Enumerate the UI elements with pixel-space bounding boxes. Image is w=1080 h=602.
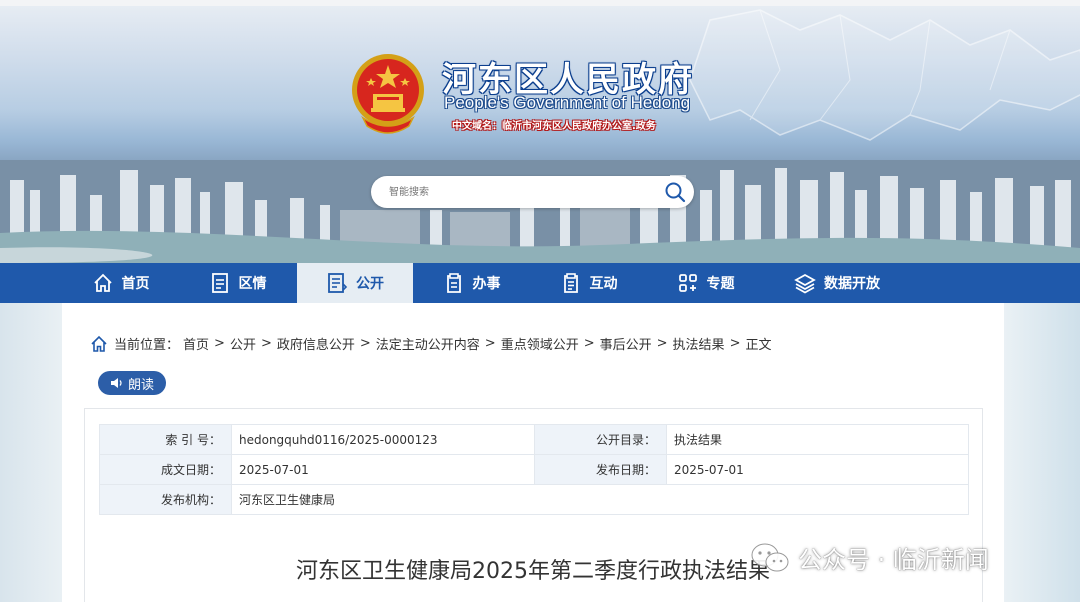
speaker-icon: [110, 378, 122, 388]
search-input[interactable]: [389, 183, 649, 201]
catalog-label: 公开目录：: [534, 424, 667, 455]
nav-item-services[interactable]: 办事: [413, 263, 530, 303]
nav-item-district-info[interactable]: 区情: [179, 263, 296, 303]
search-icon[interactable]: [664, 181, 686, 203]
home-icon: [93, 273, 112, 292]
breadcrumb-current: 正文: [745, 338, 772, 353]
grid-link-icon: [678, 274, 697, 292]
national-emblem-icon: [352, 54, 424, 134]
watermark-text: 公众号 · 临沂新闻: [798, 546, 989, 574]
breadcrumb-separator: >: [729, 336, 741, 351]
read-aloud-label: 朗读: [127, 377, 154, 393]
layers-icon: [794, 273, 816, 294]
nav-item-label: 专题: [706, 276, 735, 292]
map-outline-decoration: [689, 9, 1080, 141]
clipboard-icon: [446, 273, 461, 293]
breadcrumb-separator: >: [214, 336, 225, 351]
wechat-icon: [751, 543, 789, 571]
index-number-value: hedongquhd0116/2025-0000123: [231, 424, 535, 455]
breadcrumb-link-home[interactable]: 首页: [183, 334, 209, 353]
nav-item-topics[interactable]: 专题: [647, 263, 764, 303]
breadcrumb: 当前位置： 首页 > 公开 > 政府信息公开 > 法定主动公开内容 > 重点领域…: [90, 334, 775, 353]
nav-item-label: 互动: [589, 276, 618, 292]
chat-clipboard-icon: [563, 273, 578, 293]
search-box[interactable]: [371, 176, 694, 208]
publisher-value: 河东区卫生健康局: [231, 484, 969, 515]
breadcrumb-link-statutory[interactable]: 法定主动公开内容: [376, 334, 480, 353]
table-row: 成文日期： 2025-07-01 发布日期： 2025-07-01: [99, 454, 969, 485]
nav-item-label: 首页: [121, 276, 150, 292]
header-banner: 河东区人民政府 People's Government of Hedong 中文…: [0, 0, 1080, 263]
breadcrumb-prefix: 当前位置：: [114, 338, 180, 353]
breadcrumb-separator: >: [484, 336, 496, 351]
table-row: 索 引 号： hedongquhd0116/2025-0000123 公开目录：…: [99, 424, 969, 455]
site-domain-text: 中文域名：临沂市河东区人民政府办公室.政务: [452, 121, 656, 132]
breadcrumb-link-post-disclosure[interactable]: 事后公开: [600, 334, 652, 353]
breadcrumb-separator: >: [583, 336, 595, 351]
read-aloud-button[interactable]: 朗读: [98, 371, 166, 395]
table-row: 发布机构： 河东区卫生健康局: [99, 484, 969, 515]
nav-item-label: 公开: [356, 276, 384, 292]
nav-item-public[interactable]: 公开: [297, 263, 413, 303]
nav-item-open-data[interactable]: 数据开放: [764, 263, 910, 303]
catalog-value: 执法结果: [666, 424, 969, 455]
publisher-label: 发布机构：: [99, 484, 232, 515]
nav-item-label: 数据开放: [824, 276, 880, 292]
main-navigation: 首页 区情 公开 办事 互动 专题 数据开放: [0, 263, 1080, 303]
breadcrumb-link-enforcement[interactable]: 执法结果: [673, 334, 725, 353]
published-date-value: 2025-07-01: [666, 454, 969, 485]
nav-item-interaction[interactable]: 互动: [530, 263, 647, 303]
document-icon: [211, 273, 228, 293]
index-number-label: 索 引 号：: [99, 424, 232, 455]
nav-item-label: 办事: [472, 276, 501, 292]
wechat-watermark: 公众号 · 临沂新闻: [750, 540, 989, 575]
river-decoration: [0, 230, 1080, 263]
created-date-value: 2025-07-01: [231, 454, 535, 485]
document-meta-table: 索 引 号： hedongquhd0116/2025-0000123 公开目录：…: [99, 424, 969, 515]
breadcrumb-separator: >: [656, 336, 668, 351]
site-title-english: People's Government of Hedong: [444, 93, 691, 112]
file-list-icon: [328, 273, 348, 293]
breadcrumb-separator: >: [359, 336, 371, 351]
nav-item-label: 区情: [238, 276, 267, 292]
breadcrumb-link-key-areas[interactable]: 重点领域公开: [501, 334, 579, 353]
breadcrumb-separator: >: [260, 336, 272, 351]
published-date-label: 发布日期：: [534, 454, 667, 485]
breadcrumb-link-gov-info[interactable]: 政府信息公开: [277, 334, 355, 353]
breadcrumb-link-public[interactable]: 公开: [230, 334, 256, 353]
created-date-label: 成文日期：: [99, 454, 232, 485]
breadcrumb-home-icon: [91, 335, 107, 352]
nav-item-home[interactable]: 首页: [62, 263, 179, 303]
